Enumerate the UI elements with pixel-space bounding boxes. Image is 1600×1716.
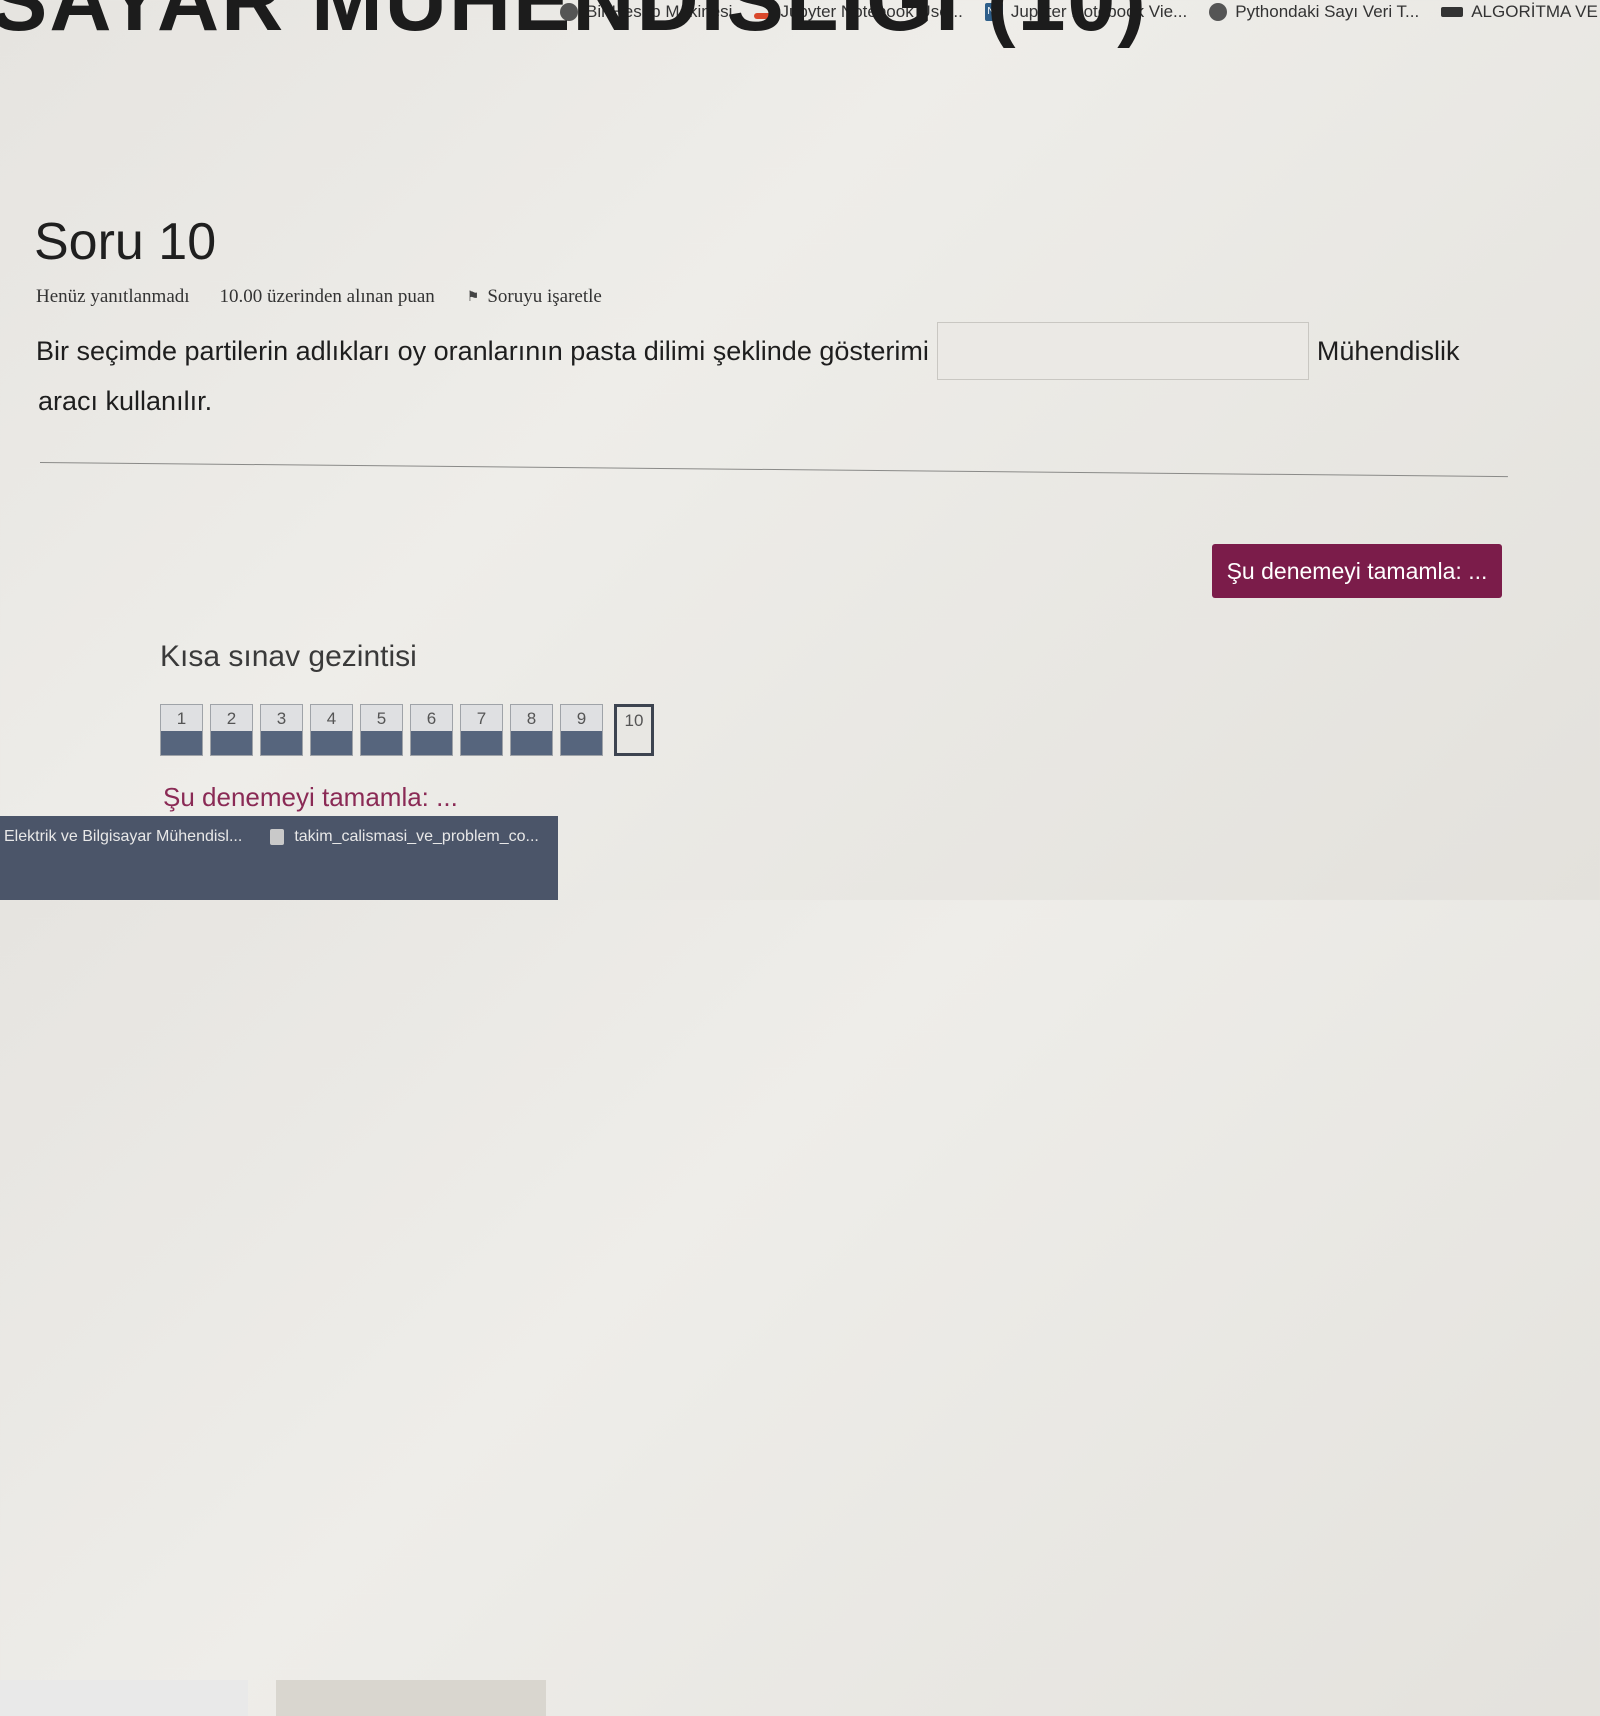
- nav-question-button-current[interactable]: 10: [614, 704, 654, 756]
- bookmark-item[interactable]: Pythondaki Sayı Veri T...: [1209, 2, 1419, 22]
- quiz-navigation: 1 2 3 4 5 6 7 8 9 10: [160, 704, 654, 756]
- globe-icon: [1209, 3, 1228, 21]
- taskbar-thumbnail[interactable]: [0, 1680, 248, 1716]
- nav-question-button[interactable]: 5: [360, 704, 403, 756]
- bookmark-item[interactable]: ALGORİTMA VE AKIŞ: [1441, 2, 1600, 22]
- nav-question-button[interactable]: 3: [260, 704, 303, 756]
- taskbar-thumbnails: [0, 1680, 548, 1716]
- pdf-icon: [270, 829, 285, 845]
- nav-question-button[interactable]: 8: [510, 704, 553, 756]
- flag-label: Soruyu işaretle: [487, 286, 602, 307]
- taskbar-thumbnail[interactable]: [276, 1680, 546, 1716]
- question-status: Henüz yanıtlanmadı: [36, 286, 190, 307]
- nav-question-button[interactable]: 6: [410, 704, 453, 756]
- question-text-line2: aracı kullanılır.: [38, 386, 213, 416]
- taskbar-item-label: Elektrik ve Bilgisayar Mühendisl...: [4, 828, 243, 845]
- bookmark-label: ALGORİTMA VE AKIŞ: [1471, 2, 1600, 21]
- finish-attempt-button[interactable]: Şu denemeyi tamamla: ...: [1212, 544, 1502, 598]
- keyboard-icon: [1441, 7, 1464, 17]
- course-title: SAYAR MÜHENDİSLİĞİ (10): [0, 0, 1148, 49]
- divider: [39, 462, 1508, 478]
- quiz-navigation-title: Kısa sınav gezintisi: [160, 640, 417, 673]
- nav-question-button[interactable]: 9: [560, 704, 603, 756]
- question-text-after: Mühendislik: [1316, 335, 1460, 366]
- nav-question-button[interactable]: 7: [460, 704, 503, 756]
- question-points: 10.00 üzerinden alınan puan: [219, 286, 435, 307]
- nav-question-button[interactable]: 4: [310, 704, 353, 756]
- taskbar-item[interactable]: takim_calismasi_ve_problem_co...: [248, 816, 545, 900]
- nav-question-button[interactable]: 1: [160, 704, 203, 756]
- question-title: Soru 10: [34, 213, 217, 271]
- flag-question-link[interactable]: ⚑ Soruyu işaretle: [467, 286, 602, 308]
- answer-input[interactable]: [936, 322, 1309, 380]
- taskbar-item-label: takim_calismasi_ve_problem_co...: [294, 828, 539, 845]
- bookmark-label: Pythondaki Sayı Veri T...: [1235, 2, 1420, 21]
- nav-question-button[interactable]: 2: [210, 704, 253, 756]
- question-info: Henüz yanıtlanmadı 10.00 üzerinden alına…: [36, 286, 602, 308]
- question-text-before: Bir seçimde partilerin adlıkları oy oran…: [36, 335, 929, 366]
- taskbar-item[interactable]: Elektrik ve Bilgisayar Mühendisl...: [0, 816, 248, 900]
- flag-icon: ⚑: [466, 289, 480, 305]
- taskbar: Elektrik ve Bilgisayar Mühendisl... taki…: [0, 816, 558, 1716]
- question-text: Bir seçimde partilerin adlıkları oy oran…: [36, 322, 1459, 417]
- finish-attempt-link[interactable]: Şu denemeyi tamamla: ...: [163, 782, 458, 813]
